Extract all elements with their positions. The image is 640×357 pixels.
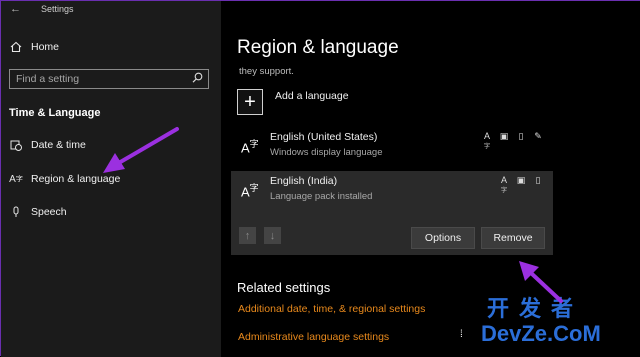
calendar-clock-icon bbox=[9, 139, 23, 151]
sidebar-item-label: Region & language bbox=[31, 173, 121, 185]
settings-window: ← Settings Home Time & Language Date & t… bbox=[0, 0, 640, 357]
regional-settings-link[interactable]: Additional date, time, & regional settin… bbox=[238, 303, 425, 315]
text-cursor-icon: ⁞ bbox=[460, 329, 463, 340]
speech-icon: ▣ bbox=[499, 131, 509, 141]
language-name: English (United States) bbox=[270, 131, 378, 143]
add-language-label: Add a language bbox=[275, 90, 349, 102]
sidebar-item-label: Home bbox=[31, 41, 60, 53]
back-arrow-icon[interactable]: ← bbox=[10, 3, 21, 15]
feature-icons: A字 ▣ ▯ ✎ bbox=[482, 131, 543, 154]
display-language-icon: A字 bbox=[500, 175, 507, 194]
language-status: Windows display language bbox=[270, 147, 383, 158]
handwriting-icon: ✎ bbox=[534, 131, 542, 141]
support-text: they support. bbox=[239, 66, 294, 77]
home-icon bbox=[9, 41, 23, 53]
microphone-icon: ▯ bbox=[518, 131, 524, 141]
region-language-icon: A字 bbox=[9, 173, 23, 185]
language-glyph-icon: A字 bbox=[241, 139, 259, 156]
plus-icon: + bbox=[237, 89, 263, 115]
language-item-en-us[interactable]: A字 English (United States) Windows displ… bbox=[231, 127, 553, 167]
section-title: Time & Language bbox=[9, 107, 101, 119]
speech-icon: ▣ bbox=[516, 175, 526, 185]
app-title: Settings bbox=[41, 4, 74, 14]
add-language-button[interactable]: + Add a language bbox=[237, 89, 349, 115]
display-language-icon: A字 bbox=[483, 131, 490, 150]
admin-language-link[interactable]: Administrative language settings bbox=[238, 331, 389, 343]
language-name: English (India) bbox=[270, 175, 338, 187]
language-glyph-icon: A字 bbox=[241, 183, 259, 200]
related-settings-title: Related settings bbox=[237, 280, 331, 295]
options-button[interactable]: Options bbox=[411, 227, 475, 249]
feature-icons: A字 ▣ ▯ bbox=[499, 175, 543, 198]
language-item-en-in[interactable]: A字 English (India) Language pack install… bbox=[231, 171, 553, 211]
remove-button[interactable]: Remove bbox=[481, 227, 545, 249]
sidebar: ← Settings Home Time & Language Date & t… bbox=[1, 1, 221, 357]
search-input[interactable] bbox=[10, 70, 198, 88]
move-up-icon[interactable]: ↑ bbox=[239, 227, 256, 244]
sidebar-item-date-time[interactable]: Date & time bbox=[9, 139, 86, 151]
move-down-icon[interactable]: ↓ bbox=[264, 227, 281, 244]
sidebar-item-label: Date & time bbox=[31, 139, 86, 151]
sidebar-item-home[interactable]: Home bbox=[9, 41, 59, 53]
search-icon[interactable] bbox=[192, 72, 203, 86]
sidebar-item-label: Speech bbox=[31, 206, 67, 218]
microphone-icon: ▯ bbox=[535, 175, 541, 185]
main-panel: Region & language they support. + Add a … bbox=[221, 1, 640, 357]
search-box[interactable] bbox=[9, 69, 209, 89]
language-actions: ↑ ↓ Options Remove bbox=[231, 211, 553, 255]
page-title: Region & language bbox=[237, 37, 399, 58]
sidebar-item-speech[interactable]: Speech bbox=[9, 206, 67, 218]
language-status: Language pack installed bbox=[270, 191, 373, 202]
sidebar-item-region-language[interactable]: A字 Region & language bbox=[9, 173, 120, 185]
microphone-icon bbox=[9, 206, 23, 218]
